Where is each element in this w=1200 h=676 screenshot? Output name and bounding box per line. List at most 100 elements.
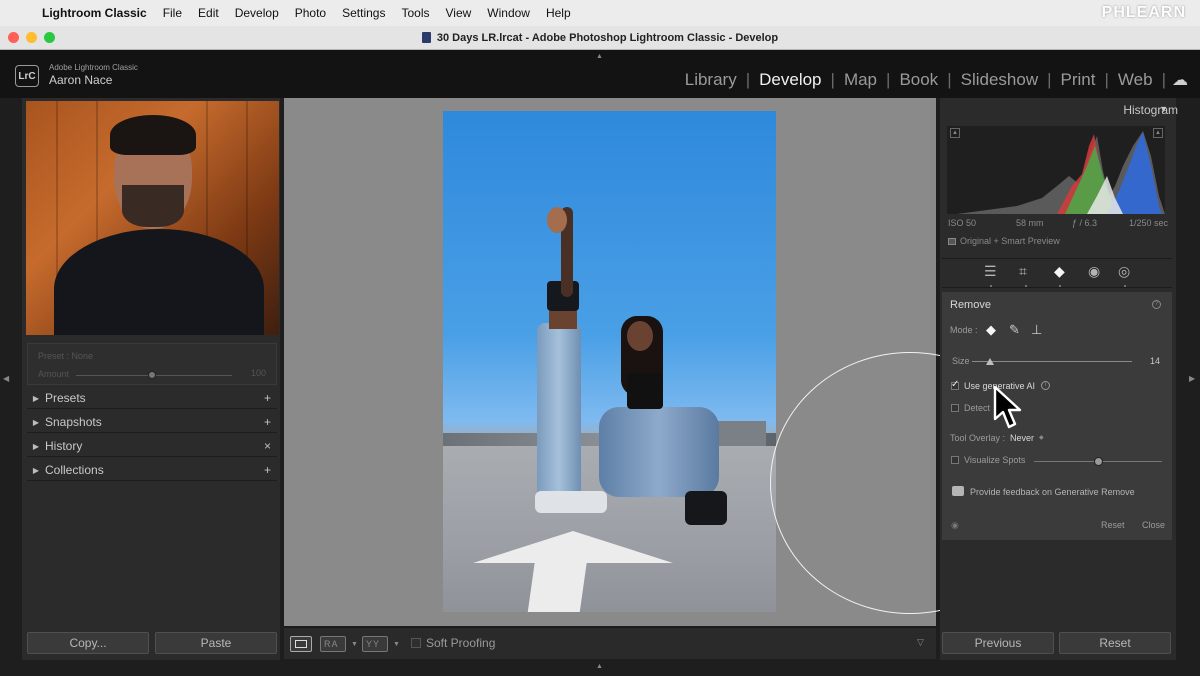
module-develop[interactable]: Develop — [750, 70, 830, 90]
exif-shutter: 1/250 sec — [1129, 218, 1169, 228]
cloud-sync-icon[interactable]: ☁ — [1172, 70, 1188, 90]
section-collections[interactable]: ▶ Collections + — [27, 460, 277, 481]
menu-settings[interactable]: Settings — [342, 6, 385, 20]
smart-preview-icon — [948, 238, 956, 245]
identity-user: Aaron Nace — [49, 73, 113, 87]
minimize-window-icon[interactable] — [26, 32, 37, 43]
eye-toggle-icon[interactable]: ◉ — [951, 520, 959, 531]
toolbar-menu-icon[interactable]: ▽ — [917, 637, 924, 648]
remove-close-button[interactable]: Close — [1142, 520, 1165, 530]
collapse-histogram-icon[interactable]: ▼ — [1159, 104, 1168, 114]
section-history[interactable]: ▶ History × — [27, 436, 277, 457]
window-titlebar: 30 Days LR.lrcat - Adobe Photoshop Light… — [0, 26, 1200, 50]
heal-mode-icon[interactable]: ✎ — [1009, 322, 1020, 338]
amount-label: Amount — [38, 369, 70, 379]
visualize-spots-label: Visualize Spots — [964, 455, 1026, 465]
menu-view[interactable]: View — [445, 6, 471, 20]
section-label: Collections — [45, 463, 104, 477]
window-title: 30 Days LR.lrcat - Adobe Photoshop Light… — [436, 31, 779, 44]
shadow-clipping-button[interactable]: ▲ — [950, 128, 960, 138]
visualize-spots-checkbox[interactable] — [951, 456, 959, 464]
size-slider-knob[interactable] — [985, 358, 994, 365]
highlight-clipping-button[interactable]: ▲ — [1153, 128, 1163, 138]
use-generative-ai-checkbox[interactable] — [951, 379, 959, 390]
add-collection-button[interactable]: + — [264, 463, 271, 477]
amount-slider-knob[interactable] — [148, 371, 156, 379]
chevron-updown-icon[interactable]: ◆ — [1039, 434, 1044, 441]
detect-checkbox[interactable] — [951, 404, 959, 412]
before-after-lr-button[interactable]: RA — [320, 636, 346, 652]
collapse-left-panel-icon[interactable]: ◀ — [3, 374, 9, 383]
tool-overlay-select[interactable]: Never — [1010, 433, 1034, 443]
chevron-down-icon[interactable]: ▼ — [351, 641, 358, 648]
menu-help[interactable]: Help — [546, 6, 571, 20]
menu-window[interactable]: Window — [487, 6, 530, 20]
expand-triangle-icon: ▶ — [32, 417, 40, 427]
phlearn-watermark: PHLEARN — [1101, 4, 1186, 21]
clone-stamp-icon[interactable]: ⊥ — [1031, 322, 1042, 338]
reset-button[interactable]: Reset — [1059, 632, 1171, 654]
preset-label: Preset : None — [38, 351, 94, 361]
crop-icon[interactable]: ⌗ — [1019, 263, 1027, 280]
expand-triangle-icon: ▶ — [32, 465, 40, 475]
section-presets[interactable]: ▶ Presets + — [27, 388, 277, 409]
lrc-logo: LrC — [15, 65, 39, 87]
help-icon[interactable]: ? — [1152, 300, 1161, 309]
photo-preview[interactable] — [443, 111, 776, 612]
clear-history-button[interactable]: × — [264, 439, 271, 453]
detect-label: Detect — [964, 403, 991, 413]
feedback-icon[interactable] — [952, 486, 964, 496]
collapse-right-panel-icon[interactable]: ▶ — [1189, 374, 1195, 383]
menu-app[interactable]: Lightroom Classic — [42, 6, 147, 20]
feedback-link[interactable]: Provide feedback on Generative Remove — [970, 487, 1135, 497]
presenter-video — [26, 101, 279, 335]
expand-triangle-icon: ▶ — [32, 441, 40, 451]
red-eye-icon[interactable]: ◉ — [1088, 263, 1100, 280]
paste-button[interactable]: Paste — [155, 632, 277, 654]
identity-product: Adobe Lightroom Classic — [49, 63, 138, 72]
section-snapshots[interactable]: ▶ Snapshots + — [27, 412, 277, 433]
macos-menubar: Lightroom Classic File Edit Develop Phot… — [0, 0, 1200, 26]
expand-triangle-icon: ▶ — [32, 393, 40, 403]
menu-tools[interactable]: Tools — [401, 6, 429, 20]
histogram-title[interactable]: Histogram — [1123, 103, 1178, 117]
section-label: Snapshots — [45, 415, 102, 429]
preset-amount-box: Preset : None Amount 100 — [27, 343, 277, 385]
soft-proofing-checkbox[interactable] — [411, 638, 421, 648]
zoom-window-icon[interactable] — [44, 32, 55, 43]
menu-file[interactable]: File — [163, 6, 182, 20]
size-value: 14 — [1150, 356, 1161, 366]
catalog-file-icon — [421, 32, 431, 43]
module-web[interactable]: Web — [1109, 70, 1162, 90]
info-icon[interactable]: i — [1041, 381, 1050, 390]
menu-photo[interactable]: Photo — [295, 6, 326, 20]
exif-aperture: ƒ / 6.3 — [1072, 218, 1098, 228]
before-after-tb-button[interactable]: YY — [362, 636, 388, 652]
module-library[interactable]: Library — [676, 70, 746, 90]
section-label: History — [45, 439, 83, 453]
module-map[interactable]: Map — [835, 70, 886, 90]
size-label: Size — [952, 356, 970, 366]
module-book[interactable]: Book — [890, 70, 947, 90]
remove-reset-button[interactable]: Reset — [1101, 520, 1125, 530]
module-print[interactable]: Print — [1052, 70, 1105, 90]
previous-button[interactable]: Previous — [942, 632, 1054, 654]
copy-button[interactable]: Copy... — [27, 632, 149, 654]
visualize-spots-slider-knob[interactable] — [1094, 457, 1103, 466]
remove-tool-icon[interactable]: ◆ — [1054, 263, 1065, 280]
collapse-filmstrip-icon[interactable]: ▲ — [596, 663, 603, 670]
masking-icon[interactable]: ◎ — [1118, 263, 1130, 280]
menu-develop[interactable]: Develop — [235, 6, 279, 20]
eraser-mode-icon[interactable]: ◆ — [986, 322, 996, 338]
loupe-view-button[interactable] — [290, 636, 312, 652]
add-snapshot-button[interactable]: + — [264, 415, 271, 429]
menu-edit[interactable]: Edit — [198, 6, 219, 20]
add-preset-button[interactable]: + — [264, 391, 271, 405]
collapse-top-panel-icon[interactable]: ▲ — [596, 53, 603, 60]
close-window-icon[interactable] — [8, 32, 19, 43]
chevron-down-icon[interactable]: ▼ — [393, 641, 400, 648]
edit-sliders-icon[interactable]: ☰ — [984, 263, 997, 280]
size-slider-track[interactable] — [972, 361, 1132, 362]
center-toolbar: RA ▼ YY ▼ — [284, 627, 936, 659]
module-slideshow[interactable]: Slideshow — [952, 70, 1048, 90]
